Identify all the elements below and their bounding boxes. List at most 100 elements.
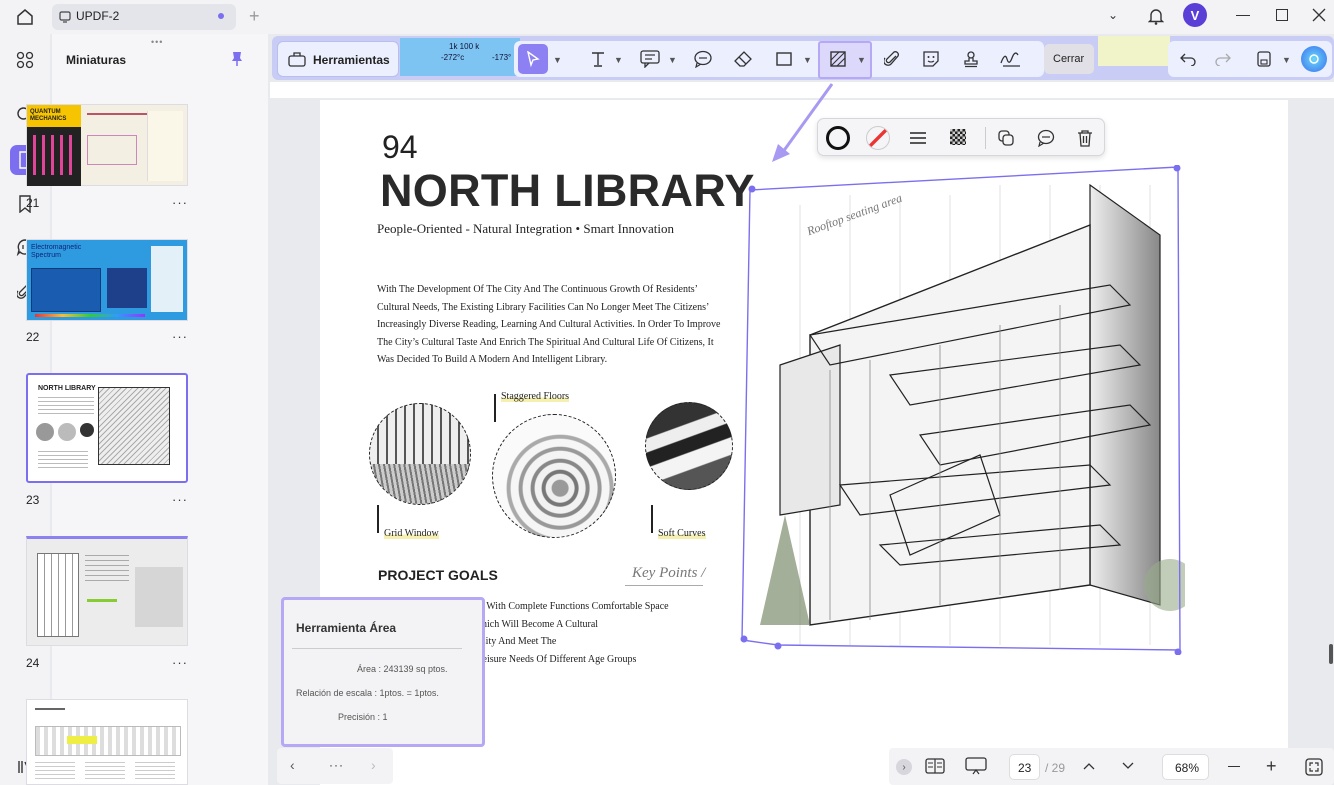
- signature-icon[interactable]: [998, 46, 1024, 72]
- ruler-label-right: -173°: [492, 53, 512, 62]
- sticker-icon[interactable]: [918, 46, 944, 72]
- thumbnail-page-number: 22: [26, 330, 40, 344]
- ruler-label-left: -272°c: [441, 53, 465, 62]
- new-tab-icon[interactable]: +: [249, 6, 260, 27]
- thumbnail-more-button[interactable]: ···: [172, 329, 188, 344]
- area-measure-icon[interactable]: [825, 46, 851, 72]
- note-tool-icon[interactable]: [637, 46, 663, 72]
- caption-staggered: Staggered Floors: [501, 391, 570, 402]
- add-comment-icon[interactable]: [1034, 126, 1058, 150]
- select-dropdown-icon[interactable]: ▼: [553, 55, 562, 65]
- unsaved-dot-icon: [218, 13, 224, 19]
- shape-dropdown-icon[interactable]: ▼: [803, 55, 812, 65]
- attachment-tool-icon[interactable]: [879, 46, 905, 72]
- previous-page-icon[interactable]: [1081, 758, 1097, 774]
- building-sketch: [740, 165, 1185, 655]
- thumbnail-more-button[interactable]: ···: [172, 195, 188, 210]
- thumbnail-more-button[interactable]: ···: [172, 655, 188, 670]
- key-points-label: Key Points /: [632, 565, 706, 581]
- thumb-title: NORTH LIBRARY: [38, 385, 96, 392]
- undo-icon[interactable]: [1175, 46, 1201, 72]
- scale-ratio-value: Relación de escala : 1ptos. = 1ptos.: [296, 688, 439, 698]
- scrollbar-thumb[interactable]: [1329, 644, 1333, 664]
- page-title: NORTH LIBRARY: [380, 165, 755, 216]
- divider: [985, 127, 986, 149]
- panel-divider: [292, 648, 462, 649]
- line-weight-icon[interactable]: [906, 127, 930, 149]
- panel-resize-handle[interactable]: •••: [151, 37, 163, 47]
- eraser-icon[interactable]: [730, 46, 756, 72]
- copy-icon[interactable]: [994, 126, 1018, 150]
- ruler-label-top: 1k 100 k: [449, 42, 480, 51]
- key-points-underline: [625, 585, 703, 586]
- chevron-left-icon[interactable]: ‹: [290, 757, 295, 773]
- note-dropdown-icon[interactable]: ▼: [668, 55, 677, 65]
- next-page-icon[interactable]: [1120, 758, 1136, 774]
- caption-pointer: [377, 505, 379, 533]
- ai-assistant-icon[interactable]: [1301, 46, 1327, 72]
- pin-icon[interactable]: [229, 51, 245, 67]
- caption-grid: Grid Window: [384, 528, 439, 539]
- thumbnail-more-button[interactable]: ···: [172, 492, 188, 507]
- thumbnail-page-24[interactable]: [26, 536, 188, 646]
- precision-value: Precisión : 1: [338, 712, 388, 722]
- tab-pdf-icon: [58, 10, 72, 24]
- maximize-icon[interactable]: [1276, 9, 1288, 21]
- thumbnail-page-number: 24: [26, 656, 40, 670]
- select-tool-icon[interactable]: [518, 44, 548, 74]
- grid-window-photo: [369, 403, 471, 505]
- presentation-icon[interactable]: [964, 756, 988, 776]
- area-panel-title: Herramienta Área: [296, 621, 397, 635]
- thumb-title: QUANTUM MECHANICS: [30, 109, 67, 122]
- more-button[interactable]: ···: [329, 758, 344, 772]
- thumbnail-page-25[interactable]: [26, 699, 188, 785]
- bell-icon[interactable]: [1145, 5, 1167, 27]
- thumbnail-page-23[interactable]: NORTH LIBRARY: [26, 373, 188, 483]
- current-page: 23: [1018, 761, 1032, 775]
- stroke-color-icon[interactable]: [826, 126, 850, 150]
- total-pages: / 29: [1045, 761, 1066, 775]
- save-icon[interactable]: [1251, 46, 1277, 72]
- thumbnail-page-22[interactable]: Electromagnetic Spectrum: [26, 239, 188, 321]
- avatar[interactable]: V: [1183, 3, 1207, 27]
- minimize-icon[interactable]: [1236, 15, 1250, 16]
- area-value: Área : 243139 sq ptos.: [357, 664, 448, 674]
- page-subtitle: People-Oriented - Natural Integration • …: [377, 221, 674, 236]
- thumb-title: Electromagnetic Spectrum: [31, 244, 82, 259]
- grid-icon[interactable]: [10, 45, 40, 75]
- comment-tool-icon[interactable]: [690, 46, 716, 72]
- fit-page-icon[interactable]: [1303, 756, 1325, 778]
- chevron-right-icon[interactable]: ›: [371, 757, 376, 773]
- stamp-icon[interactable]: [958, 46, 984, 72]
- body-paragraph: With The Development Of The City And The…: [377, 284, 721, 365]
- thumbnail-page-number: 23: [26, 493, 40, 507]
- thumbnail-page-21[interactable]: QUANTUM MECHANICS: [26, 104, 188, 186]
- rectangle-tool-icon[interactable]: [771, 46, 797, 72]
- opacity-icon[interactable]: [950, 129, 966, 145]
- zoom-in-icon[interactable]: +: [1266, 757, 1277, 775]
- text-tool-icon[interactable]: [585, 46, 611, 72]
- text-dropdown-icon[interactable]: ▼: [614, 55, 623, 65]
- close-window-icon[interactable]: [1311, 7, 1327, 23]
- project-goals-heading: PROJECT GOALS: [378, 567, 498, 583]
- measure-dropdown-icon[interactable]: ▼: [857, 55, 866, 65]
- underlying-page-strip: [1098, 36, 1170, 66]
- tools-label: Herramientas: [313, 53, 390, 67]
- zoom-out-icon[interactable]: [1228, 766, 1240, 768]
- page-layout-icon[interactable]: [924, 756, 946, 776]
- page-number-heading: 94: [382, 129, 418, 165]
- trash-icon[interactable]: [1073, 126, 1097, 150]
- home-icon[interactable]: [14, 6, 36, 28]
- caption-soft: Soft Curves: [658, 528, 706, 539]
- tab-title: UPDF-2: [76, 9, 120, 23]
- save-dropdown-icon[interactable]: ▼: [1282, 55, 1291, 65]
- panel-title: Miniaturas: [66, 53, 127, 67]
- staggered-floors-photo: [492, 414, 616, 538]
- redo-icon[interactable]: [1210, 46, 1236, 72]
- toolbox-icon: [287, 49, 307, 69]
- collapse-icon[interactable]: ›: [896, 759, 912, 775]
- chevron-down-icon[interactable]: ⌄: [1108, 8, 1118, 22]
- fill-color-icon[interactable]: [866, 126, 890, 150]
- thumbnail-page-number: 21: [26, 196, 40, 210]
- close-toolbar-label: Cerrar: [1053, 53, 1085, 65]
